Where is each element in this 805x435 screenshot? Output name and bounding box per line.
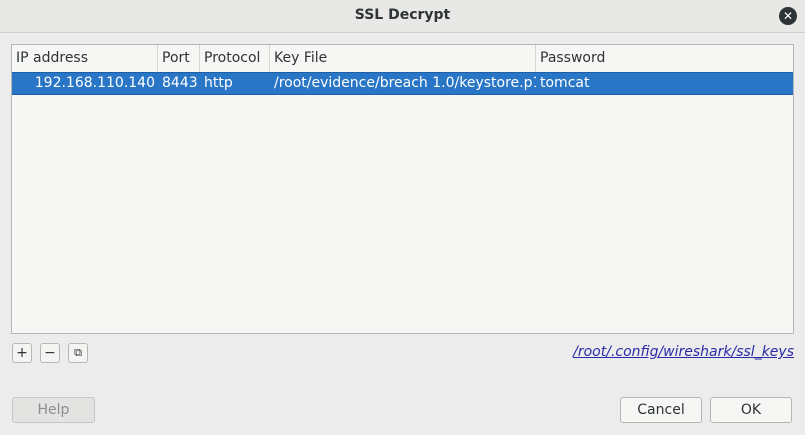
help-button[interactable]: Help <box>12 397 95 423</box>
add-entry-button[interactable]: + <box>12 343 32 363</box>
close-icon[interactable]: ✕ <box>779 7 797 25</box>
table-row[interactable]: 192.168.110.140 8443 http /root/evidence… <box>12 72 793 95</box>
column-header-key-file[interactable]: Key File <box>270 45 536 72</box>
column-header-port[interactable]: Port <box>158 45 200 72</box>
cell-protocol[interactable]: http <box>200 73 270 94</box>
cell-ip-address[interactable]: 192.168.110.140 <box>12 73 158 94</box>
ssl-keys-table: IP address Port Protocol Key File Passwo… <box>11 44 794 334</box>
cancel-button[interactable]: Cancel <box>620 397 702 423</box>
ok-button[interactable]: OK <box>710 397 792 423</box>
copy-entry-button[interactable]: ⧉ <box>68 343 88 363</box>
column-header-protocol[interactable]: Protocol <box>200 45 270 72</box>
column-header-ip-address[interactable]: IP address <box>12 45 158 72</box>
cell-key-file[interactable]: /root/evidence/breach 1.0/keystore.p12 <box>270 73 536 94</box>
cell-port[interactable]: 8443 <box>158 73 200 94</box>
column-header-password[interactable]: Password <box>536 45 793 72</box>
cell-password[interactable]: tomcat <box>536 73 793 94</box>
ssl-keys-file-link[interactable]: /root/.config/wireshark/ssl_keys <box>573 344 794 360</box>
title-bar: SSL Decrypt ✕ <box>0 0 805 33</box>
remove-entry-button[interactable]: − <box>40 343 60 363</box>
dialog-title: SSL Decrypt <box>354 7 451 23</box>
table-header: IP address Port Protocol Key File Passwo… <box>12 45 793 73</box>
